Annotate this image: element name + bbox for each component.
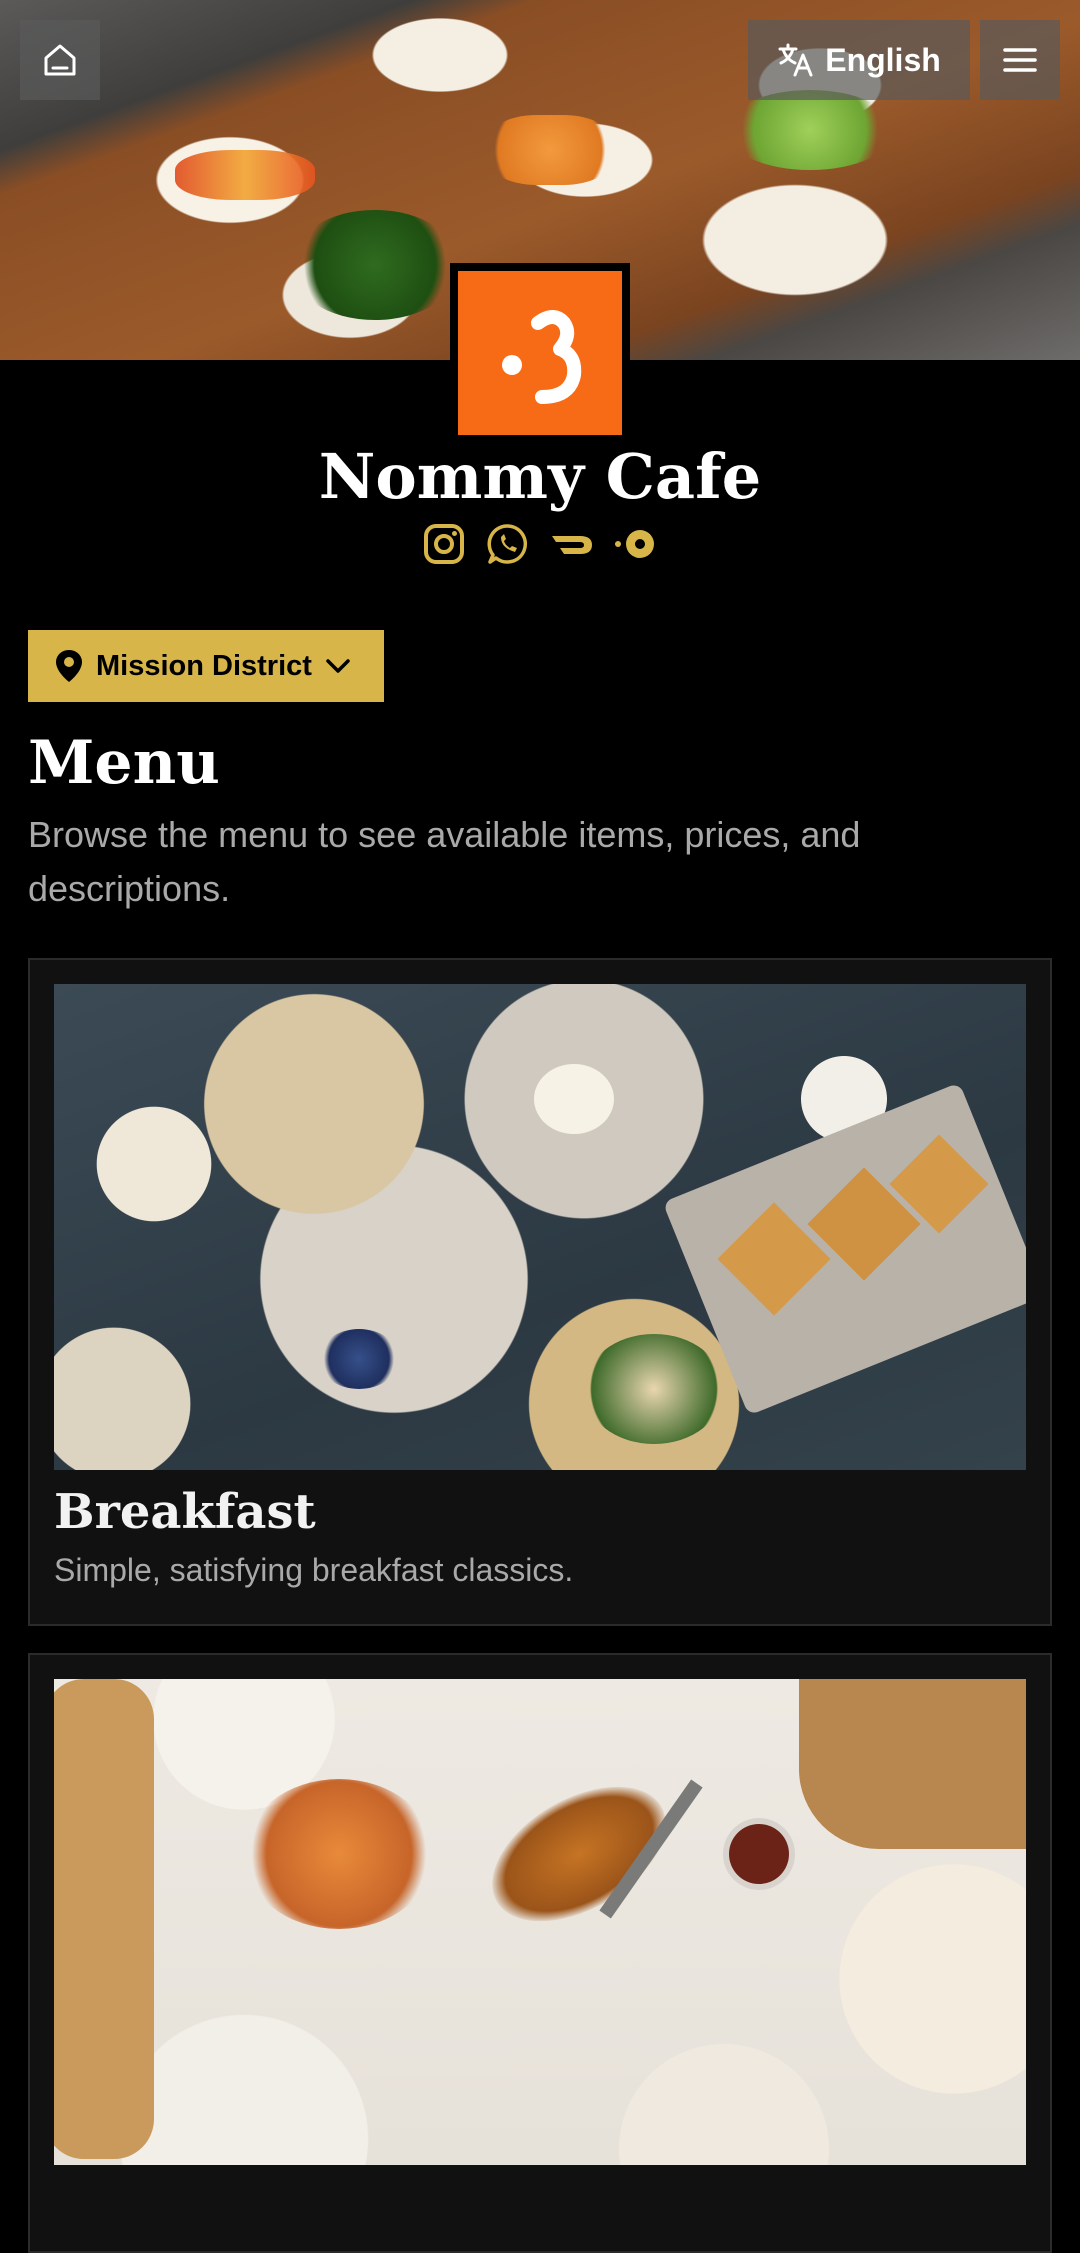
charcuterie-board — [54, 1679, 154, 2159]
location-pin-icon — [56, 650, 82, 682]
home-icon — [44, 44, 76, 76]
category-description: Simple, satisfying breakfast classics. — [54, 1552, 574, 1588]
language-selector-button[interactable]: English — [748, 20, 970, 100]
hero-peaches — [485, 115, 615, 185]
cafe-name: Nommy Cafe — [318, 440, 762, 513]
hero-greens — [290, 210, 460, 320]
location-label: Mission District — [96, 649, 312, 682]
location-selector[interactable]: Mission District — [28, 630, 384, 702]
grubhub-icon[interactable] — [614, 522, 658, 566]
instagram-icon[interactable] — [422, 522, 466, 566]
charcuterie-board — [799, 1679, 1026, 1849]
hero-lettuce — [725, 90, 895, 170]
translate-icon — [778, 43, 813, 77]
category-title: Breakfast — [54, 1484, 316, 1540]
chevron-down-icon — [326, 659, 350, 673]
hamburger-menu-icon — [1003, 48, 1037, 72]
hamburger-menu-button[interactable] — [980, 20, 1060, 100]
shrimp-plate — [244, 1779, 434, 1929]
logo-face-icon — [502, 310, 582, 404]
menu-title: Menu — [28, 728, 220, 798]
whipped-cream — [534, 1064, 614, 1134]
berry-bowl — [319, 1329, 399, 1389]
menu-description: Browse the menu to see available items, … — [28, 814, 861, 909]
sauce-bowl — [729, 1824, 789, 1884]
language-label: English — [825, 41, 941, 78]
cafe-logo — [450, 263, 630, 443]
logo-mark — [458, 271, 622, 435]
category-card[interactable] — [28, 1653, 1052, 2253]
social-links — [0, 522, 1080, 566]
hero-fruit — [175, 150, 315, 200]
home-button[interactable] — [20, 20, 100, 100]
category-card-breakfast[interactable]: Breakfast Simple, satisfying breakfast c… — [28, 958, 1052, 1626]
salad-bowl — [584, 1334, 724, 1444]
whatsapp-icon[interactable] — [486, 522, 530, 566]
doordash-icon[interactable] — [550, 522, 594, 566]
category-image-breakfast — [54, 984, 1026, 1470]
category-image — [54, 1679, 1026, 2165]
